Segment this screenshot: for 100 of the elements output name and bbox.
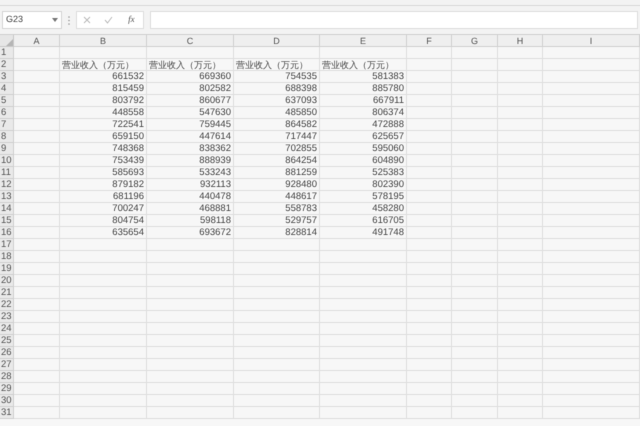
- empty-cell[interactable]: [498, 95, 543, 107]
- empty-cell[interactable]: [407, 215, 452, 227]
- empty-cell[interactable]: [543, 47, 640, 59]
- empty-cell[interactable]: [452, 59, 498, 71]
- column-header[interactable]: C: [147, 35, 234, 47]
- empty-cell[interactable]: [407, 275, 452, 287]
- empty-cell[interactable]: [407, 395, 452, 407]
- empty-cell[interactable]: [320, 383, 407, 395]
- row-header[interactable]: 8: [0, 131, 14, 143]
- empty-cell[interactable]: [543, 311, 640, 323]
- row-header[interactable]: 25: [0, 335, 14, 347]
- name-box[interactable]: G23: [2, 11, 62, 29]
- empty-cell[interactable]: [543, 383, 640, 395]
- empty-cell[interactable]: [60, 263, 147, 275]
- empty-cell[interactable]: [320, 251, 407, 263]
- empty-cell[interactable]: [234, 251, 320, 263]
- formula-bar[interactable]: [150, 11, 638, 29]
- empty-cell[interactable]: [498, 323, 543, 335]
- empty-cell[interactable]: [452, 155, 498, 167]
- empty-cell[interactable]: [60, 395, 147, 407]
- empty-cell[interactable]: [60, 383, 147, 395]
- empty-cell[interactable]: [543, 227, 640, 239]
- empty-cell[interactable]: [452, 359, 498, 371]
- empty-cell[interactable]: [407, 95, 452, 107]
- empty-cell[interactable]: [452, 71, 498, 83]
- empty-cell[interactable]: [234, 359, 320, 371]
- empty-cell[interactable]: [543, 407, 640, 419]
- empty-cell[interactable]: [498, 47, 543, 59]
- row-header[interactable]: 10: [0, 155, 14, 167]
- empty-cell[interactable]: [320, 407, 407, 419]
- empty-cell[interactable]: [498, 179, 543, 191]
- empty-cell[interactable]: [407, 287, 452, 299]
- empty-cell[interactable]: [543, 155, 640, 167]
- empty-cell[interactable]: [543, 179, 640, 191]
- empty-cell[interactable]: [452, 119, 498, 131]
- row-header[interactable]: 19: [0, 263, 14, 275]
- empty-cell[interactable]: [147, 239, 234, 251]
- empty-cell[interactable]: [543, 95, 640, 107]
- empty-cell[interactable]: [407, 179, 452, 191]
- empty-cell[interactable]: [320, 263, 407, 275]
- empty-cell[interactable]: [498, 167, 543, 179]
- empty-cell[interactable]: [498, 299, 543, 311]
- empty-cell[interactable]: [543, 59, 640, 71]
- row-header[interactable]: 17: [0, 239, 14, 251]
- empty-cell[interactable]: [320, 311, 407, 323]
- empty-cell[interactable]: [320, 275, 407, 287]
- empty-cell[interactable]: [498, 119, 543, 131]
- row-header[interactable]: 22: [0, 299, 14, 311]
- empty-cell[interactable]: [498, 239, 543, 251]
- empty-cell[interactable]: [452, 203, 498, 215]
- empty-cell[interactable]: [407, 371, 452, 383]
- row-header[interactable]: 14: [0, 203, 14, 215]
- empty-cell[interactable]: [543, 371, 640, 383]
- row-header[interactable]: 21: [0, 287, 14, 299]
- empty-cell[interactable]: [147, 395, 234, 407]
- empty-cell[interactable]: [543, 395, 640, 407]
- column-header[interactable]: D: [234, 35, 320, 47]
- empty-cell[interactable]: [234, 239, 320, 251]
- empty-cell[interactable]: [498, 215, 543, 227]
- empty-cell[interactable]: [407, 335, 452, 347]
- empty-cell[interactable]: [498, 287, 543, 299]
- empty-cell[interactable]: [498, 83, 543, 95]
- empty-cell[interactable]: [498, 143, 543, 155]
- empty-cell[interactable]: [320, 299, 407, 311]
- empty-cell[interactable]: [234, 287, 320, 299]
- empty-cell[interactable]: [543, 215, 640, 227]
- empty-cell[interactable]: [60, 371, 147, 383]
- insert-function-button[interactable]: fx: [126, 13, 137, 27]
- empty-cell[interactable]: [543, 167, 640, 179]
- empty-cell[interactable]: [60, 335, 147, 347]
- row-header[interactable]: 27: [0, 359, 14, 371]
- row-header[interactable]: 4: [0, 83, 14, 95]
- empty-cell[interactable]: [147, 275, 234, 287]
- empty-cell[interactable]: [452, 395, 498, 407]
- empty-cell[interactable]: [320, 359, 407, 371]
- empty-cell[interactable]: [147, 347, 234, 359]
- empty-cell[interactable]: [452, 299, 498, 311]
- check-icon[interactable]: [104, 16, 114, 24]
- row-header[interactable]: 7: [0, 119, 14, 131]
- empty-cell[interactable]: [543, 263, 640, 275]
- empty-cell[interactable]: [407, 323, 452, 335]
- row-header[interactable]: 18: [0, 251, 14, 263]
- empty-cell[interactable]: [498, 383, 543, 395]
- empty-cell[interactable]: [407, 263, 452, 275]
- empty-cell[interactable]: [407, 407, 452, 419]
- row-header[interactable]: 12: [0, 179, 14, 191]
- empty-cell[interactable]: [234, 407, 320, 419]
- empty-cell[interactable]: [452, 83, 498, 95]
- row-header[interactable]: 23: [0, 311, 14, 323]
- empty-cell[interactable]: [407, 131, 452, 143]
- empty-cell[interactable]: [60, 359, 147, 371]
- empty-cell[interactable]: [543, 299, 640, 311]
- column-header[interactable]: H: [498, 35, 543, 47]
- empty-cell[interactable]: [543, 119, 640, 131]
- empty-cell[interactable]: [498, 263, 543, 275]
- column-header[interactable]: A: [14, 35, 60, 47]
- empty-cell[interactable]: [407, 107, 452, 119]
- empty-cell[interactable]: [543, 131, 640, 143]
- row-header[interactable]: 9: [0, 143, 14, 155]
- empty-cell[interactable]: [407, 143, 452, 155]
